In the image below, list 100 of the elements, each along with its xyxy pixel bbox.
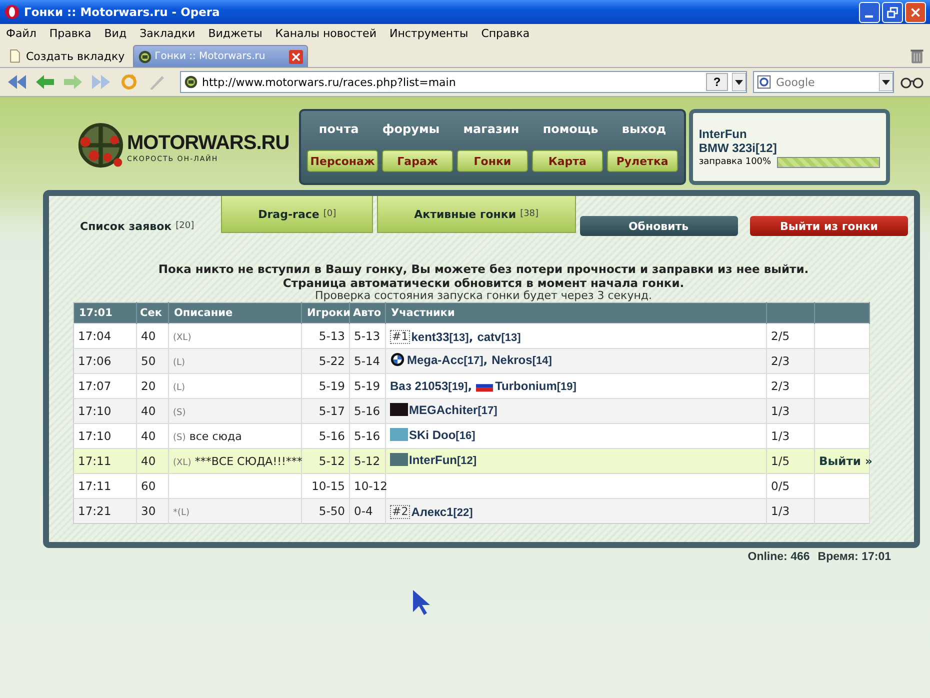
player-link[interactable]: InterFun[12] bbox=[409, 452, 477, 467]
player-name[interactable]: InterFun bbox=[698, 126, 880, 140]
nav-link[interactable]: форумы bbox=[382, 122, 440, 136]
column-header: Авто bbox=[350, 302, 386, 324]
players-cell: 5-50 bbox=[302, 498, 350, 524]
menu-item[interactable]: Файл bbox=[6, 27, 36, 40]
menu-item[interactable]: Правка bbox=[49, 27, 92, 40]
nav-button[interactable]: Персонаж bbox=[307, 150, 378, 172]
opera-icon bbox=[4, 4, 20, 20]
emblem-icon bbox=[390, 352, 405, 367]
cursor-icon bbox=[412, 589, 432, 617]
column-header: Описание bbox=[168, 302, 302, 324]
menu-item[interactable]: Вид bbox=[104, 27, 127, 40]
site-icon bbox=[138, 50, 152, 64]
player-link[interactable]: Ваз 21053[19] bbox=[390, 379, 468, 393]
restore-icon bbox=[885, 4, 900, 20]
trash-icon[interactable] bbox=[908, 47, 926, 65]
player-link[interactable]: kent33[13] bbox=[411, 330, 469, 344]
nav-link[interactable]: выход bbox=[622, 122, 666, 136]
size-label: *(L) bbox=[173, 508, 190, 518]
menu-item[interactable]: Закладки bbox=[140, 27, 196, 40]
leave-link[interactable]: Выйти » bbox=[819, 454, 872, 468]
back-icon[interactable] bbox=[34, 73, 56, 91]
size-label: (L) bbox=[173, 383, 186, 393]
address-field[interactable]: http://www.motorwars.ru/races.php?list=main ? bbox=[180, 71, 747, 93]
nav-button[interactable]: Гараж bbox=[382, 150, 453, 172]
race-row[interactable]: 17:10 40 (S) 5-17 5-16 MEGAchiter[17] 1/3 bbox=[74, 398, 870, 424]
size-label: (XL) bbox=[173, 333, 192, 343]
count-cell: 1/5 bbox=[766, 448, 814, 474]
separator: , bbox=[483, 352, 488, 366]
players-cell: 5-22 bbox=[302, 348, 350, 374]
nav-link[interactable]: почта bbox=[318, 122, 359, 136]
player-link[interactable]: MEGAchiter[17] bbox=[409, 402, 498, 417]
nav-button[interactable]: Рулетка bbox=[606, 150, 678, 172]
car-level-cell: 5-12 bbox=[350, 448, 386, 474]
rank-badge: #1 bbox=[390, 330, 410, 344]
column-header: 17:01 bbox=[74, 302, 136, 324]
menu-item[interactable]: Виджеты bbox=[208, 27, 262, 40]
site-logo[interactable]: MOTORWARS.RU bbox=[127, 132, 290, 154]
nav-link[interactable]: помощь bbox=[542, 122, 598, 136]
column-header: Участники bbox=[386, 302, 766, 324]
window-title: Гонки :: Motorwars.ru - Opera bbox=[24, 5, 221, 19]
fuel-label: заправка 100% bbox=[698, 157, 772, 167]
size-label: (S) bbox=[173, 433, 186, 443]
count-cell: 2/3 bbox=[766, 348, 814, 374]
time-cell: 17:11 bbox=[74, 448, 136, 474]
menu-item[interactable]: Каналы новостей bbox=[275, 27, 376, 40]
search-field[interactable]: Google bbox=[753, 71, 894, 93]
refresh-button[interactable]: Обновить bbox=[580, 216, 738, 236]
close-icon[interactable] bbox=[288, 50, 303, 64]
dropdown-arrow-icon[interactable] bbox=[732, 73, 746, 91]
page-icon bbox=[8, 49, 22, 63]
race-tab[interactable]: Список заявок [20] bbox=[73, 196, 218, 249]
car-level-cell: 5-14 bbox=[350, 348, 386, 374]
size-label: (XL) bbox=[173, 458, 192, 468]
count-cell: 1/3 bbox=[766, 398, 814, 424]
race-tab[interactable]: Drag-race [0] bbox=[221, 196, 374, 233]
seconds-cell: 40 bbox=[136, 398, 168, 424]
player-link[interactable]: Nekros[14] bbox=[492, 352, 552, 366]
minimize-icon bbox=[865, 14, 873, 18]
new-tab-button[interactable]: Создать вкладку bbox=[4, 45, 129, 67]
description-text: ***ВСЕ СЮДА!!!*** bbox=[194, 455, 302, 468]
menu-item[interactable]: Инструменты bbox=[389, 27, 468, 40]
car-name: BMW 323i[12] bbox=[698, 140, 778, 154]
tab-title: Гонки :: Motorwars.ru bbox=[154, 51, 266, 62]
dropdown-arrow-icon[interactable] bbox=[879, 73, 893, 91]
player-link[interactable]: Turbonium[19] bbox=[495, 379, 576, 393]
menu-item[interactable]: Справка bbox=[481, 27, 530, 40]
car-level-cell: 5-16 bbox=[350, 398, 386, 424]
nav-link[interactable]: магазин bbox=[463, 122, 520, 136]
column-header: Игроки bbox=[302, 302, 350, 324]
size-label: (S) bbox=[173, 408, 186, 418]
time-cell: 17:10 bbox=[74, 398, 136, 424]
online-count: Online: 466 bbox=[748, 551, 810, 563]
race-tab[interactable]: Активные гонки [38] bbox=[377, 196, 576, 233]
help-button[interactable]: ? bbox=[706, 73, 728, 91]
time-cell: 17:21 bbox=[74, 498, 136, 524]
car-level-cell: 0-4 bbox=[350, 498, 386, 524]
player-link[interactable]: Алекс1[22] bbox=[411, 504, 473, 518]
race-row[interactable]: 17:11 40 (XL) ***ВСЕ СЮДА!!!*** 5-12 5-12 InterFun[12] 1/5 Выйти » bbox=[74, 448, 870, 474]
column-header: Сек bbox=[136, 302, 168, 324]
restore-button[interactable] bbox=[882, 2, 903, 22]
separator: , bbox=[468, 379, 472, 393]
rank-badge: #2 bbox=[390, 504, 410, 518]
race-row[interactable]: 17:06 50 (L) 5-22 5-14 Mega-Acc[17], Nekros[14] 2/3 bbox=[74, 348, 870, 374]
minimize-button[interactable] bbox=[859, 2, 880, 22]
player-link[interactable]: catv[13] bbox=[477, 330, 521, 344]
seconds-cell: 50 bbox=[136, 348, 168, 374]
nav-button[interactable]: Гонки bbox=[456, 150, 528, 172]
players-cell: 5-12 bbox=[302, 448, 350, 474]
close-button[interactable] bbox=[905, 2, 926, 22]
race-row[interactable]: 17:21 30 *(L) 5-50 0-4 #2 Алекс1[22] 1/3 bbox=[74, 498, 870, 524]
notice-text: Страница автоматически обновится в момент начала гонки. bbox=[282, 276, 684, 290]
notice-text: Пока никто не вступил в Вашу гонку, Вы можете без потери прочности и заправки из нее выйти. bbox=[158, 262, 809, 276]
player-link[interactable]: SKi Doo[16] bbox=[409, 428, 476, 442]
leave-race-button[interactable]: Выйти из гонки bbox=[750, 216, 908, 236]
time-cell: 17:06 bbox=[74, 348, 136, 374]
rewind-icon[interactable] bbox=[6, 73, 28, 91]
player-link[interactable]: Mega-Acc[17] bbox=[407, 352, 484, 366]
nav-button[interactable]: Карта bbox=[532, 150, 603, 172]
